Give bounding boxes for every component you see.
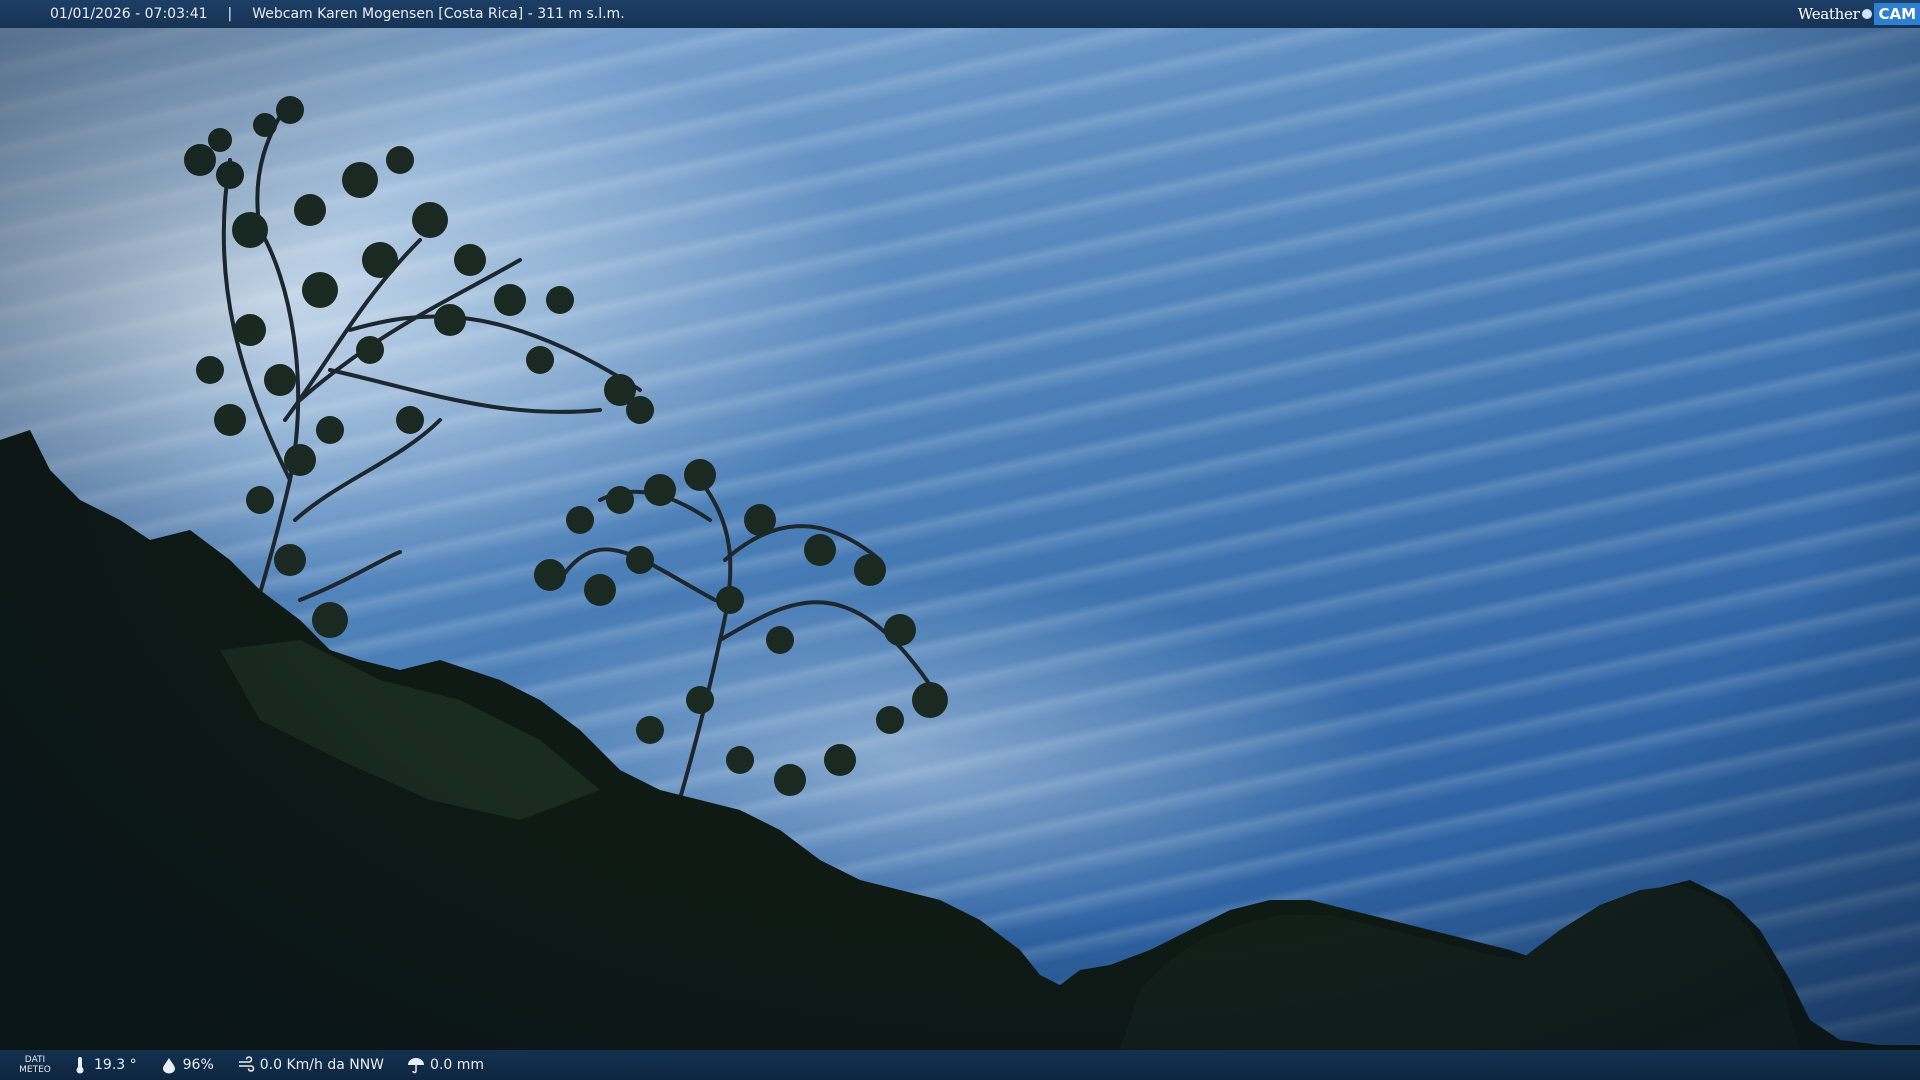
rain-value: 0.0 mm xyxy=(430,1057,485,1073)
weathercam-logo[interactable]: Weather CAM xyxy=(1798,0,1920,28)
logo-cam-text: CAM xyxy=(1874,3,1920,25)
logo-dot-icon xyxy=(1862,9,1873,19)
wind-icon xyxy=(236,1055,256,1075)
weather-data-bar: DATI METEO 19.3 ° 96% 0.0 Km/h da NNW 0.… xyxy=(0,1050,1920,1080)
logo-weather-text: Weather xyxy=(1797,5,1860,23)
wind-metric: 0.0 Km/h da NNW xyxy=(236,1055,384,1075)
humidity-drop-icon xyxy=(159,1055,179,1075)
dati-line-2: METEO xyxy=(19,1065,51,1075)
capture-datetime: 01/01/2026 - 07:03:41 xyxy=(50,6,208,22)
rain-metric: 0.0 mm xyxy=(406,1055,484,1075)
rain-umbrella-icon xyxy=(406,1055,426,1075)
top-info-bar: 01/01/2026 - 07:03:41 | Webcam Karen Mog… xyxy=(0,0,1920,28)
right-treeline xyxy=(1120,885,1800,1050)
temperature-value: 19.3 ° xyxy=(94,1057,137,1073)
wind-value: 0.0 Km/h da NNW xyxy=(259,1057,385,1073)
header-separator: | xyxy=(227,6,233,22)
webcam-frame: 01/01/2026 - 07:03:41 | Webcam Karen Mog… xyxy=(0,0,1920,1080)
humidity-metric: 96% xyxy=(159,1055,214,1075)
dati-line-1: DATI xyxy=(24,1055,46,1065)
landscape-silhouette xyxy=(0,96,1920,1080)
thermometer-icon xyxy=(70,1055,90,1075)
humidity-value: 96% xyxy=(182,1057,214,1073)
temperature-metric: 19.3 ° xyxy=(70,1055,137,1075)
webcam-title: Webcam Karen Mogensen [Costa Rica] - 311… xyxy=(252,6,625,22)
dati-meteo-label: DATI METEO xyxy=(0,1055,70,1075)
